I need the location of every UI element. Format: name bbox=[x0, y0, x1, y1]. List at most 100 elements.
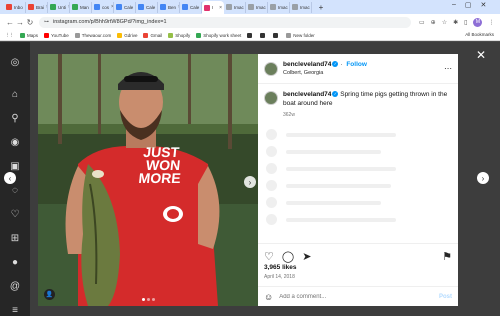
comments-loading bbox=[258, 126, 458, 228]
post-details-panel: bencleveland74 ✓ · Follow Colbert, Georgi… bbox=[258, 54, 458, 306]
browser-tab[interactable]: Imac× bbox=[268, 1, 290, 13]
tab-favicon-icon bbox=[6, 4, 12, 10]
bookmark-item[interactable] bbox=[273, 32, 280, 38]
browser-tab[interactable]: Brai× bbox=[26, 1, 48, 13]
bookmark-item[interactable]: Thewaour.com bbox=[74, 32, 111, 38]
comment-skeleton bbox=[258, 143, 458, 160]
browser-tab[interactable]: Man× bbox=[70, 1, 92, 13]
post-location[interactable]: Colbert, Georgia bbox=[283, 69, 367, 77]
tab-title: Cale bbox=[190, 4, 200, 10]
more-options-icon[interactable]: ⋯ bbox=[444, 64, 452, 73]
bookmark-item[interactable]: New folder bbox=[286, 32, 315, 38]
cast-icon[interactable]: ▭ bbox=[419, 19, 425, 26]
bookmark-item[interactable]: YouTube bbox=[44, 32, 69, 38]
bookmark-item[interactable] bbox=[260, 32, 267, 38]
extensions-area: ▭ ⊕ ☆ ✱ ▯ M ⋮ bbox=[419, 17, 494, 27]
side-panel-icon[interactable]: ▯ bbox=[464, 19, 467, 26]
instagram-logo-icon[interactable]: ◎ bbox=[9, 56, 21, 68]
caption-username[interactable]: bencleveland74 bbox=[283, 91, 331, 98]
browser-tab[interactable]: Cale× bbox=[180, 1, 202, 13]
tab-favicon-icon bbox=[160, 4, 166, 10]
apps-grid-icon[interactable]: ⋮⋮ bbox=[5, 32, 14, 38]
url-bar[interactable]: ⊶ instagram.com/p/Bhh9rtW8GPd/?img_index… bbox=[39, 16, 411, 28]
tab-title: cos bbox=[102, 4, 110, 10]
bookmark-item[interactable]: Shopify bbox=[168, 32, 190, 38]
browser-tab[interactable]: Imac× bbox=[224, 1, 246, 13]
browser-tab[interactable]: cos × bbox=[92, 1, 114, 13]
threads-icon[interactable]: @ bbox=[9, 280, 21, 292]
browser-tab[interactable]: Imac× bbox=[246, 1, 268, 13]
post-photo[interactable]: JUST WON MORE › 👤 bbox=[38, 54, 258, 306]
save-bookmark-icon[interactable]: ⚑ bbox=[442, 250, 452, 263]
caption-avatar[interactable] bbox=[264, 91, 278, 105]
browser-tab[interactable]: Ben× bbox=[158, 1, 180, 13]
bookmark-item[interactable] bbox=[247, 32, 254, 38]
post-comment-button[interactable]: Post bbox=[439, 294, 452, 300]
bookmark-label: YouTube bbox=[51, 32, 69, 38]
tab-title: Ben bbox=[168, 4, 177, 10]
comment-skeleton bbox=[258, 177, 458, 194]
browser-tab[interactable]: Cale× bbox=[114, 1, 136, 13]
bookmark-item[interactable]: Maps bbox=[20, 32, 39, 38]
zoom-icon[interactable]: ⊕ bbox=[431, 19, 436, 26]
comment-icon[interactable]: ◯ bbox=[282, 250, 294, 263]
tab-close-icon[interactable]: × bbox=[219, 5, 222, 11]
create-icon[interactable]: ⊞ bbox=[9, 232, 21, 244]
reload-icon[interactable]: ↻ bbox=[25, 18, 35, 27]
bookmark-item[interactable]: Gdrive bbox=[117, 32, 138, 38]
forward-icon[interactable]: → bbox=[15, 18, 25, 27]
new-tab-icon[interactable]: + bbox=[316, 3, 326, 12]
follow-button[interactable]: Follow bbox=[346, 61, 367, 68]
tab-favicon-icon bbox=[94, 4, 100, 10]
bookmark-label: Gdrive bbox=[124, 32, 138, 38]
profile-avatar[interactable]: M bbox=[473, 17, 483, 27]
like-heart-icon[interactable]: ♡ bbox=[264, 250, 274, 263]
tab-title: Cale bbox=[146, 4, 156, 10]
search-icon[interactable]: ⚲ bbox=[9, 112, 21, 124]
close-window-icon[interactable]: ✕ bbox=[481, 1, 487, 9]
all-bookmarks-link[interactable]: All Bookmarks bbox=[465, 32, 494, 37]
tagged-users-icon[interactable]: 👤 bbox=[44, 289, 55, 300]
tab-favicon-icon bbox=[182, 4, 188, 10]
browser-tab[interactable]: Imac× bbox=[290, 1, 312, 13]
home-icon[interactable]: ⌂ bbox=[9, 88, 21, 100]
carousel-next-icon[interactable]: › bbox=[244, 176, 256, 188]
caption-verified-icon: ✓ bbox=[332, 91, 339, 98]
browser-tab[interactable]: Inbo× bbox=[4, 1, 26, 13]
notifications-heart-icon[interactable]: ♡ bbox=[9, 208, 21, 220]
previous-post-icon[interactable]: ‹ bbox=[4, 172, 16, 184]
bookmark-favicon-icon bbox=[247, 32, 253, 38]
bookmark-favicon-icon bbox=[74, 32, 80, 38]
browser-menu-icon[interactable]: ⋮ bbox=[488, 19, 494, 26]
browser-tab[interactable]: Cale× bbox=[136, 1, 158, 13]
messages-icon[interactable]: ◌ bbox=[9, 184, 21, 196]
bookmark-star-icon[interactable]: ☆ bbox=[442, 19, 447, 26]
comment-input[interactable] bbox=[279, 293, 420, 300]
profile-icon[interactable]: ● bbox=[9, 256, 21, 268]
tab-title: Imac bbox=[300, 4, 310, 10]
explore-icon[interactable]: ◉ bbox=[9, 136, 21, 148]
extension-icon[interactable]: ✱ bbox=[453, 19, 458, 26]
browser-tab[interactable]: Unti× bbox=[48, 1, 70, 13]
back-icon[interactable]: ← bbox=[5, 18, 15, 27]
close-modal-icon[interactable]: ✕ bbox=[476, 48, 486, 62]
bookmark-label: Maps bbox=[27, 32, 39, 38]
like-count[interactable]: 3,965 likes bbox=[264, 264, 297, 271]
author-avatar[interactable] bbox=[264, 61, 278, 76]
next-post-icon[interactable]: › bbox=[477, 172, 489, 184]
author-username[interactable]: bencleveland74 bbox=[283, 61, 331, 68]
more-menu-icon[interactable]: ≡ bbox=[9, 304, 21, 316]
browser-tab[interactable]: I × bbox=[202, 1, 224, 14]
reels-icon[interactable]: ▣ bbox=[9, 160, 21, 172]
carousel-dots bbox=[142, 298, 155, 301]
share-icon[interactable]: ➤ bbox=[302, 250, 311, 263]
emoji-icon[interactable]: ☺ bbox=[264, 292, 273, 302]
bookmark-item[interactable]: Gmail bbox=[143, 32, 162, 38]
bookmark-item[interactable]: Shopify work sheet bbox=[196, 32, 241, 38]
minimize-icon[interactable]: – bbox=[452, 1, 456, 9]
maximize-icon[interactable]: ▢ bbox=[465, 1, 472, 9]
window-controls: – ▢ ✕ bbox=[452, 1, 486, 9]
comment-composer: ☺ Post bbox=[258, 286, 458, 306]
tab-favicon-icon bbox=[50, 4, 56, 10]
site-info-icon[interactable]: ⊶ bbox=[44, 19, 49, 25]
